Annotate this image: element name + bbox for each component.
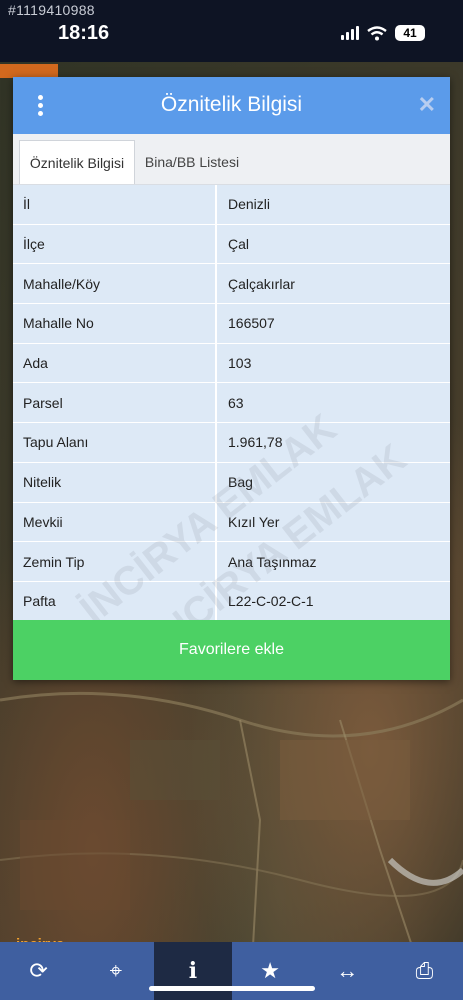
row-value: L22-C-02-C-1 bbox=[228, 593, 314, 610]
row-key: İl bbox=[13, 185, 217, 224]
row-key: Mevkii bbox=[13, 502, 217, 542]
table-row: Pafta L22-C-02-C-1 bbox=[13, 581, 450, 622]
table-row: Mahalle No 166507 bbox=[13, 304, 450, 344]
wifi-icon bbox=[367, 25, 387, 40]
status-icons: 41 bbox=[341, 25, 425, 41]
map-orange-tab bbox=[0, 64, 58, 78]
table-row: Ada 103 bbox=[13, 343, 450, 384]
row-key: Pafta bbox=[13, 581, 217, 621]
status-bar: #1119410988 18:16 41 bbox=[0, 0, 463, 62]
status-time: 18:16 bbox=[58, 22, 110, 44]
row-value: 63 bbox=[228, 394, 244, 411]
row-key: İlçe bbox=[13, 224, 217, 264]
attribute-info-dialog: Öznitelik Bilgisi ✕ Öznitelik Bilgisi Bi… bbox=[13, 77, 450, 680]
locate-icon[interactable]: ⌖ bbox=[77, 942, 154, 1000]
info-icon[interactable]: i bbox=[154, 942, 232, 1000]
row-key: Nitelik bbox=[13, 462, 217, 502]
refresh-icon[interactable]: ⟳ bbox=[0, 942, 77, 1000]
home-indicator[interactable] bbox=[149, 986, 315, 991]
bottom-toolbar: ⟳ ⌖ i ★ ↔ ⎙ bbox=[0, 942, 463, 1000]
row-value: Kızıl Yer bbox=[228, 513, 280, 530]
row-value: Çal bbox=[228, 236, 250, 253]
row-value: 166507 bbox=[228, 315, 275, 332]
table-row: Mahalle/Köy Çalçakırlar bbox=[13, 264, 450, 305]
print-icon[interactable]: ⎙ bbox=[386, 942, 463, 1000]
table-row: Nitelik Bag bbox=[13, 462, 450, 503]
cellular-signal-icon bbox=[341, 26, 359, 40]
row-key: Ada bbox=[13, 343, 217, 383]
table-row: Tapu Alanı 1.961,78 bbox=[13, 423, 450, 463]
table-row: İl Denizli bbox=[13, 185, 450, 225]
row-value: Çalçakırlar bbox=[228, 275, 295, 292]
listing-id-watermark: #1119410988 bbox=[8, 2, 95, 18]
row-key: Mahalle/Köy bbox=[13, 264, 217, 304]
add-to-favorites-button[interactable]: Favorilere ekle bbox=[13, 620, 450, 680]
battery-level: 41 bbox=[395, 25, 425, 41]
table-row: Parsel 63 bbox=[13, 383, 450, 424]
row-value: Denizli bbox=[228, 196, 271, 213]
tab-attribute-info[interactable]: Öznitelik Bilgisi bbox=[19, 140, 135, 184]
dialog-header: Öznitelik Bilgisi ✕ bbox=[13, 77, 450, 134]
row-key: Parsel bbox=[13, 383, 217, 423]
row-value: 103 bbox=[228, 355, 252, 372]
table-row: Mevkii Kızıl Yer bbox=[13, 502, 450, 543]
row-key: Mahalle No bbox=[13, 304, 217, 343]
row-key: Tapu Alanı bbox=[13, 423, 217, 462]
attribute-table: İl Denizli İlçe Çal Mahalle/Köy Çalçakır… bbox=[13, 185, 450, 622]
row-value: 1.961,78 bbox=[228, 434, 283, 451]
dialog-title: Öznitelik Bilgisi bbox=[160, 93, 303, 116]
tab-building-list[interactable]: Bina/BB Listesi bbox=[137, 140, 247, 184]
dialog-tabs: Öznitelik Bilgisi Bina/BB Listesi bbox=[13, 134, 450, 185]
star-icon[interactable]: ★ bbox=[232, 942, 309, 1000]
row-value: Ana Taşınmaz bbox=[228, 553, 317, 570]
close-icon[interactable]: ✕ bbox=[418, 91, 436, 119]
row-key: Zemin Tip bbox=[13, 542, 217, 581]
row-value: Bag bbox=[228, 474, 253, 491]
table-row: İlçe Çal bbox=[13, 224, 450, 265]
measure-icon[interactable]: ↔ bbox=[309, 942, 386, 1000]
table-row: Zemin Tip Ana Taşınmaz bbox=[13, 542, 450, 582]
